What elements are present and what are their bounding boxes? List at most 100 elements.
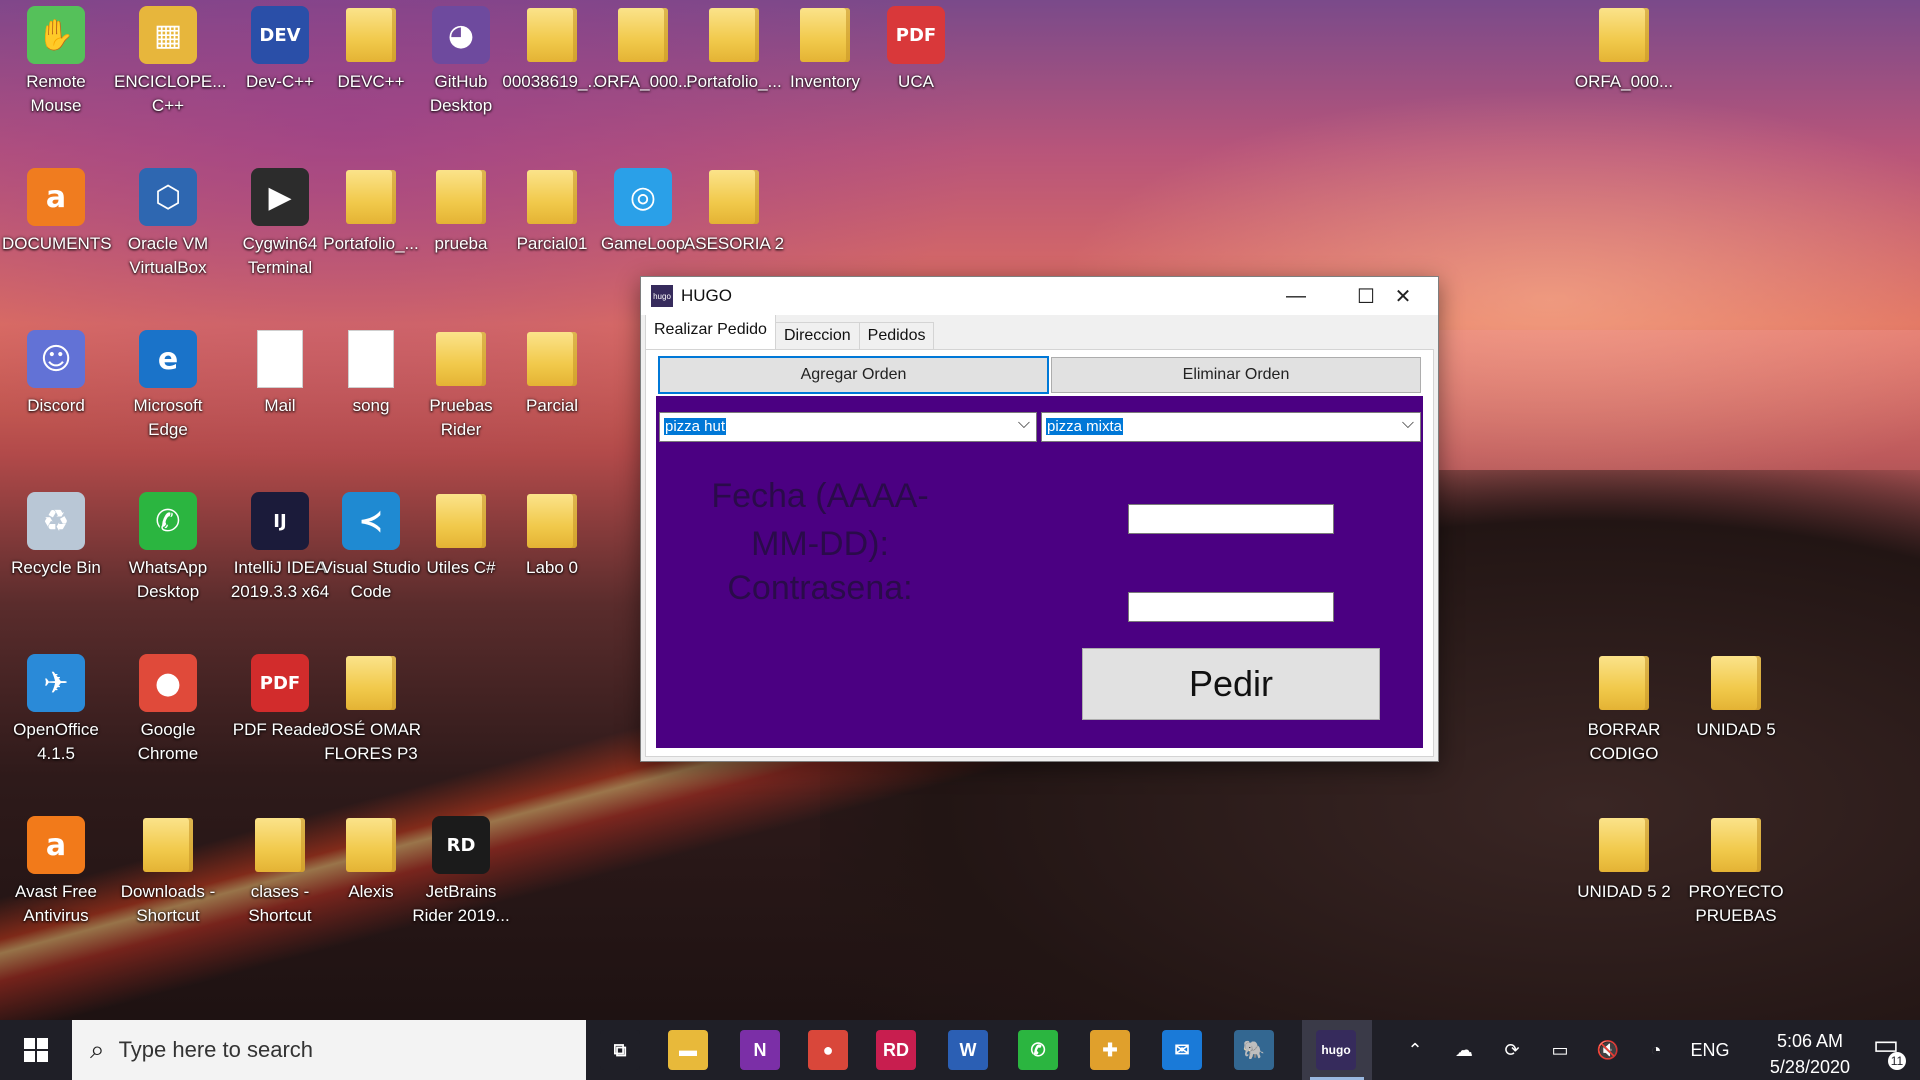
language-indicator[interactable]: ENG bbox=[1688, 1020, 1732, 1080]
start-button[interactable] bbox=[0, 1020, 72, 1080]
folder-icon bbox=[1707, 654, 1765, 712]
desktop-icon-label: Microsoft Edge bbox=[133, 396, 203, 439]
desktop-icon-label: Parcial bbox=[526, 396, 578, 415]
desktop-icon-label: UCA bbox=[898, 72, 934, 91]
minimize-button[interactable]: — bbox=[1261, 277, 1331, 315]
volume-muted-icon[interactable]: 🔇 bbox=[1590, 1020, 1626, 1080]
desktop-icon-label: Discord bbox=[27, 396, 85, 415]
desktop-icon[interactable]: RD JetBrains Rider 2019... bbox=[407, 816, 515, 928]
wifi-icon[interactable]: ◔ bbox=[1638, 1020, 1674, 1080]
desktop-icon[interactable]: PDF UCA bbox=[862, 6, 970, 94]
app-icon: ✆ bbox=[139, 492, 197, 550]
app-icon: ≺ bbox=[342, 492, 400, 550]
password-input[interactable] bbox=[1128, 592, 1334, 622]
remove-order-button[interactable]: Eliminar Orden bbox=[1051, 357, 1421, 393]
restaurant-combobox[interactable]: pizza hut ⌵ bbox=[659, 412, 1037, 442]
order-form-panel: pizza hut ⌵ pizza mixta ⌵ Fecha (AAAA-MM… bbox=[656, 396, 1423, 748]
taskbar-chrome-icon[interactable]: ● bbox=[808, 1030, 848, 1070]
desktop-icon-label: WhatsApp Desktop bbox=[128, 558, 208, 601]
taskbar-postgres-icon[interactable]: 🐘 bbox=[1234, 1030, 1274, 1070]
app-icon: e bbox=[139, 330, 197, 388]
onedrive-icon[interactable]: ☁ bbox=[1446, 1020, 1482, 1080]
chevron-up-icon[interactable]: ⌃ bbox=[1398, 1020, 1432, 1080]
add-order-button[interactable]: Agregar Orden bbox=[658, 356, 1049, 394]
taskbar-file-explorer-icon[interactable]: ▬ bbox=[668, 1030, 708, 1070]
desktop-icon[interactable]: Labo 0 bbox=[498, 492, 606, 580]
tab-panel-realizar-pedido: Agregar Orden Eliminar Orden pizza hut ⌵… bbox=[645, 349, 1434, 757]
app-icon: ◕ bbox=[432, 6, 490, 64]
desktop-icon-label: ORFA_000... bbox=[1574, 72, 1674, 91]
password-label: Contrasena: bbox=[727, 569, 913, 607]
desktop-icon[interactable]: ♻ Recycle Bin bbox=[2, 492, 110, 580]
taskbar-slack-icon[interactable]: ✚ bbox=[1090, 1030, 1130, 1070]
app-icon: DEV bbox=[251, 6, 309, 64]
desktop-icon[interactable]: a DOCUMENTS bbox=[2, 168, 112, 256]
taskbar: ⌕ Type here to search ⧉ ▬ N ● RD W ✆ ✚ ✉ 🐘 hugo ⌃ … bbox=[0, 1020, 1920, 1080]
app-icon: a bbox=[27, 168, 85, 226]
desktop-icon[interactable]: ORFA_000... bbox=[1570, 6, 1678, 94]
app-icon: ▦ bbox=[139, 6, 197, 64]
taskbar-word-icon[interactable]: W bbox=[948, 1030, 988, 1070]
folder-icon bbox=[342, 168, 400, 226]
folder-icon bbox=[705, 6, 763, 64]
desktop-icon[interactable]: ASESORIA 2 bbox=[680, 168, 788, 256]
tab-strip: Realizar Pedido Direccion Pedidos bbox=[645, 314, 1438, 349]
submit-order-button[interactable]: Pedir bbox=[1082, 648, 1380, 720]
folder-icon bbox=[251, 816, 309, 874]
desktop-icon[interactable]: ⬡ Oracle VM VirtualBox bbox=[114, 168, 222, 280]
desktop-icon[interactable]: ▦ ENCICLOPE... C++ bbox=[114, 6, 227, 118]
chevron-down-icon: ⌵ bbox=[1401, 415, 1414, 432]
app-icon: ⬡ bbox=[139, 168, 197, 226]
desktop-icon[interactable]: UNIDAD 5 2 bbox=[1570, 816, 1678, 904]
app-icon: IJ bbox=[251, 492, 309, 550]
desktop-icon[interactable]: PROYECTO PRUEBAS bbox=[1682, 816, 1790, 928]
desktop-icon[interactable]: BORRAR CODIGO bbox=[1570, 654, 1678, 766]
app-icon: ♻ bbox=[27, 492, 85, 550]
close-button[interactable]: ✕ bbox=[1368, 277, 1438, 315]
folder-icon bbox=[432, 492, 490, 550]
desktop-icon-label: UNIDAD 5 bbox=[1696, 720, 1776, 739]
desktop-icon[interactable]: Parcial bbox=[498, 330, 606, 418]
tab-realizar-pedido[interactable]: Realizar Pedido bbox=[645, 314, 776, 349]
taskbar-whatsapp-icon[interactable]: ✆ bbox=[1018, 1030, 1058, 1070]
taskbar-hugo-icon[interactable]: hugo bbox=[1316, 1030, 1356, 1070]
desktop-icon[interactable]: a Avast Free Antivirus bbox=[2, 816, 110, 928]
desktop-icon[interactable]: ☺ Discord bbox=[2, 330, 110, 418]
folder-icon bbox=[523, 168, 581, 226]
sync-icon[interactable]: ⟳ bbox=[1494, 1020, 1530, 1080]
desktop-icon-label: OpenOffice 4.1.5 bbox=[13, 720, 99, 763]
desktop-icon-label: ENCICLOPE... C++ bbox=[114, 72, 227, 115]
app-icon: RD bbox=[432, 816, 490, 874]
taskbar-onenote-icon[interactable]: N bbox=[740, 1030, 780, 1070]
tab-direccion[interactable]: Direccion bbox=[774, 322, 860, 349]
desktop-icon[interactable]: ● Google Chrome bbox=[114, 654, 222, 766]
desktop-icon[interactable]: UNIDAD 5 bbox=[1682, 654, 1790, 742]
app-icon: PDF bbox=[887, 6, 945, 64]
folder-icon bbox=[796, 6, 854, 64]
notification-center-icon[interactable]: ▭ 11 bbox=[1866, 1028, 1906, 1070]
notification-count: 11 bbox=[1888, 1052, 1906, 1070]
app-icon: ✈ bbox=[27, 654, 85, 712]
desktop-icon[interactable]: ✆ WhatsApp Desktop bbox=[114, 492, 222, 604]
taskbar-rider-icon[interactable]: RD bbox=[876, 1030, 916, 1070]
product-combobox[interactable]: pizza mixta ⌵ bbox=[1041, 412, 1421, 442]
desktop-icon[interactable]: Downloads - Shortcut bbox=[114, 816, 222, 928]
folder-icon bbox=[614, 6, 672, 64]
desktop-icon[interactable]: JOSÉ OMAR FLORES P3 bbox=[317, 654, 425, 766]
tab-pedidos[interactable]: Pedidos bbox=[858, 322, 935, 349]
folder-icon bbox=[342, 6, 400, 64]
search-placeholder: Type here to search bbox=[118, 1037, 314, 1062]
clock[interactable]: 5:06 AM 5/28/2020 bbox=[1770, 1028, 1850, 1080]
desktop-icon[interactable]: ✋ Remote Mouse bbox=[2, 6, 110, 118]
taskbar-mail-icon[interactable]: ✉ bbox=[1162, 1030, 1202, 1070]
folder-icon bbox=[139, 816, 197, 874]
document-icon bbox=[342, 330, 400, 388]
date-input[interactable] bbox=[1128, 504, 1334, 534]
desktop-icon[interactable]: e Microsoft Edge bbox=[114, 330, 222, 442]
taskbar-task-view-icon[interactable]: ⧉ bbox=[600, 1030, 640, 1070]
taskbar-search-box[interactable]: ⌕ Type here to search bbox=[72, 1020, 586, 1080]
battery-icon[interactable]: ▭ bbox=[1542, 1020, 1578, 1080]
app-icon: ✋ bbox=[27, 6, 85, 64]
window-titlebar[interactable]: hugo HUGO — ☐ ✕ bbox=[641, 277, 1438, 315]
desktop-icon[interactable]: ✈ OpenOffice 4.1.5 bbox=[2, 654, 110, 766]
